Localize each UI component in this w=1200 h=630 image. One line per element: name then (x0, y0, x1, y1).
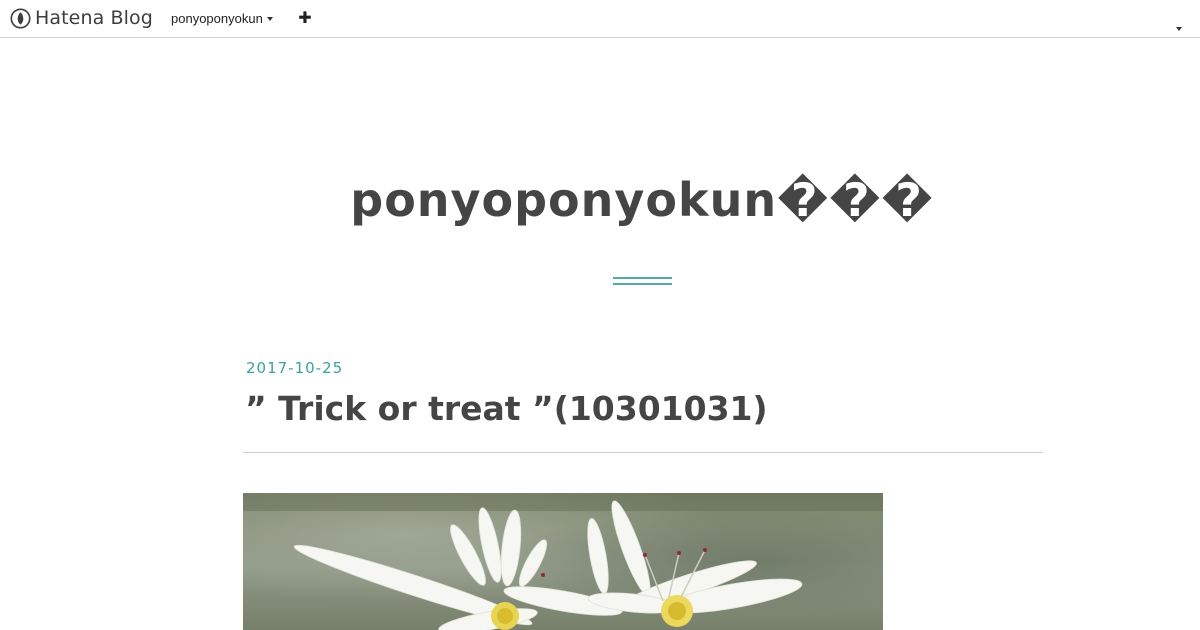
brand-name: Hatena Blog (35, 7, 153, 29)
title-decoration-line (613, 277, 672, 279)
account-menu-button[interactable] (1176, 16, 1190, 31)
entry-divider (243, 452, 1043, 453)
hatena-logo-icon (10, 8, 31, 28)
entry-photo (243, 493, 883, 630)
blog-title[interactable]: ponyoponyokun��� (242, 172, 1042, 228)
user-menu[interactable]: ponyoponyokun (171, 11, 273, 26)
hatena-blog-logo[interactable]: Hatena Blog (10, 7, 153, 29)
flower-photo (243, 493, 883, 630)
user-name: ponyoponyokun (171, 11, 263, 26)
caret-down-icon (1176, 27, 1182, 31)
plus-icon: ✚ (298, 8, 312, 27)
caret-down-icon (266, 17, 273, 21)
new-entry-button[interactable]: ✚ (298, 10, 312, 26)
entry-date[interactable]: 2017-10-25 (246, 359, 343, 377)
title-decoration-line (613, 283, 672, 285)
global-header: Hatena Blog ponyoponyokun ✚ (0, 0, 1200, 38)
entry-title[interactable]: ” Trick or treat ”(10301031) (245, 388, 768, 430)
